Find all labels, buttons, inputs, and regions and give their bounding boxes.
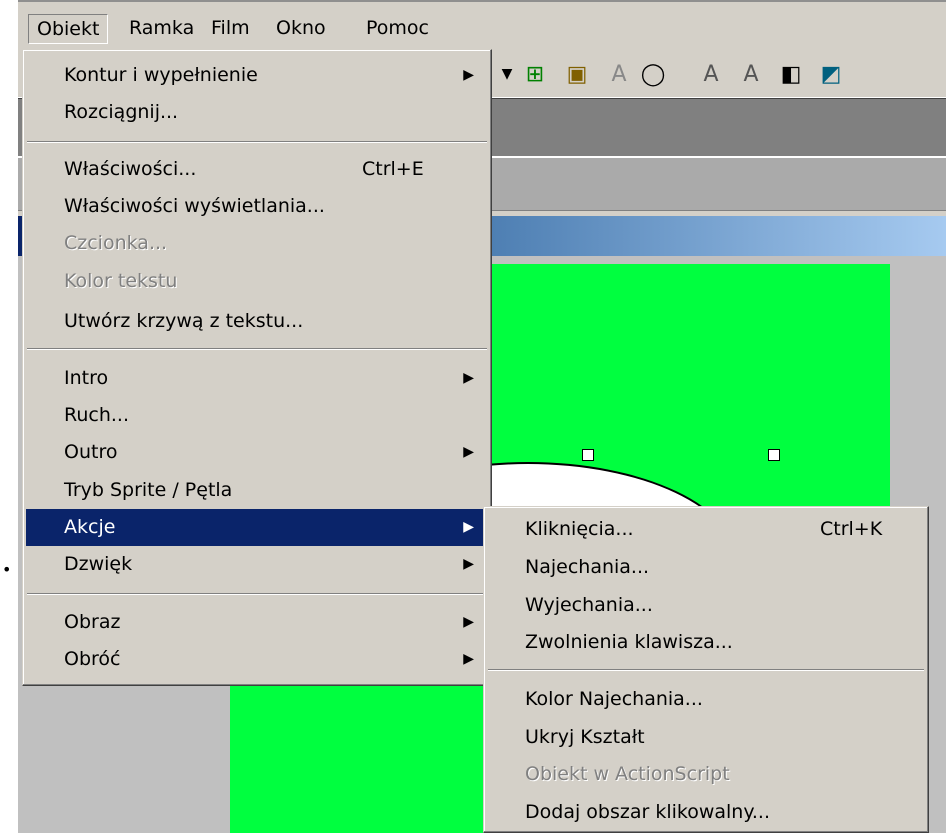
menu-item-tryb-sprite[interactable]: Tryb Sprite / Pętla [26, 472, 488, 509]
akcje-submenu: Kliknięcia... Ctrl+K Najechania... Wyjech… [483, 506, 929, 833]
menu-item-label: Dzwięk [64, 553, 133, 575]
menu-item-akcje[interactable]: Akcje ▶ [26, 509, 488, 546]
menu-item-obroc[interactable]: Obróć ▶ [26, 641, 488, 678]
properties-icon[interactable]: ▣ [564, 61, 590, 87]
menu-item-label: Kliknięcia... [525, 518, 634, 540]
menu-okno[interactable]: Okno [268, 14, 334, 42]
menu-item-label: Intro [64, 367, 109, 389]
menu-item-label: Rozciągnij... [64, 101, 179, 123]
menu-item-label: Zwolnienia klawisza... [525, 631, 733, 653]
menu-item-utworz-krzywa[interactable]: Utwórz krzywą z tekstu... [26, 303, 488, 340]
menu-item-outro[interactable]: Outro ▶ [26, 434, 488, 471]
menu-item-label: Akcje [64, 516, 116, 538]
selection-handle[interactable] [582, 449, 594, 461]
menu-item-kolor-tekstu: Kolor tekstu [26, 263, 488, 300]
menu-separator [27, 141, 487, 143]
menu-item-czcionka: Czcionka... [26, 225, 488, 262]
bullet-mark: • [2, 560, 12, 579]
text-shrink-icon[interactable]: A [738, 61, 764, 87]
menu-item-ukryj-ksztalt[interactable]: Ukryj Kształt [487, 719, 925, 756]
align-grid-icon[interactable]: ⊞ [522, 61, 548, 87]
menu-item-dodaj-obszar[interactable]: Dodaj obszar klikowalny... [487, 794, 925, 831]
menu-bar: Obiekt Ramka Film Okno Pomoc [18, 0, 946, 47]
menu-item-kolor-najechania[interactable]: Kolor Najechania... [487, 681, 925, 718]
menu-ramka[interactable]: Ramka [121, 14, 202, 42]
text-grow-icon[interactable]: A [698, 61, 724, 87]
menu-item-ruch[interactable]: Ruch... [26, 397, 488, 434]
menu-obiekt[interactable]: Obiekt [28, 14, 109, 44]
menu-item-label: Outro [64, 441, 118, 463]
submenu-arrow-icon: ▶ [463, 651, 474, 667]
menu-item-label: Kolor tekstu [64, 270, 178, 292]
menu-item-label: Tryb Sprite / Pętla [64, 479, 233, 501]
submenu-arrow-icon: ▶ [463, 370, 474, 386]
menu-item-wlasciwosci[interactable]: Właściwości... Ctrl+E [26, 151, 488, 188]
menu-item-zwolnienia-klawisza[interactable]: Zwolnienia klawisza... [487, 624, 925, 661]
menu-pomoc[interactable]: Pomoc [358, 14, 437, 42]
menu-item-label: Obiekt w ActionScript [525, 763, 730, 785]
menu-item-label: Najechania... [525, 556, 650, 578]
menu-item-wlasciwosci-wyswietlania[interactable]: Właściwości wyświetlania... [26, 188, 488, 225]
submenu-arrow-icon: ▶ [463, 556, 474, 572]
gradient-icon[interactable]: ◧ [778, 61, 804, 87]
text-icon[interactable]: A [606, 61, 632, 87]
shortcut-label: Ctrl+E [362, 158, 424, 180]
menu-item-label: Kontur i wypełnienie [64, 64, 258, 86]
menu-item-najechania[interactable]: Najechania... [487, 549, 925, 586]
selection-handle[interactable] [768, 449, 780, 461]
submenu-arrow-icon: ▶ [463, 67, 474, 83]
menu-item-label: Utwórz krzywą z tekstu... [64, 310, 304, 332]
menu-item-kontur[interactable]: Kontur i wypełnienie ▶ [26, 57, 488, 94]
menu-item-label: Czcionka... [64, 232, 168, 254]
shortcut-label: Ctrl+K [820, 518, 883, 540]
menu-item-wyjechania[interactable]: Wyjechania... [487, 587, 925, 624]
menu-item-label: Właściwości... [64, 158, 197, 180]
submenu-arrow-icon: ▶ [463, 519, 474, 535]
menu-item-label: Ruch... [64, 404, 129, 426]
menu-item-label: Kolor Najechania... [525, 688, 703, 710]
menu-item-dzwiek[interactable]: Dzwięk ▶ [26, 546, 488, 583]
fill-icon[interactable]: ◩ [818, 61, 844, 87]
submenu-arrow-icon: ▶ [463, 614, 474, 630]
menu-item-label: Właściwości wyświetlania... [64, 195, 325, 217]
dropdown-arrow-icon[interactable]: ▼ [494, 61, 520, 87]
obiekt-menu: Kontur i wypełnienie ▶ Rozciągnij... Właś… [22, 49, 492, 686]
menu-item-label: Obróć [64, 648, 121, 670]
menu-item-rozciagnij[interactable]: Rozciągnij... [26, 94, 488, 131]
menu-item-klikniecia[interactable]: Kliknięcia... Ctrl+K [487, 511, 925, 548]
menu-film[interactable]: Film [203, 14, 258, 42]
menu-separator [488, 669, 924, 671]
menu-item-label: Ukryj Kształt [525, 726, 645, 748]
menu-item-label: Obraz [64, 611, 121, 633]
menu-item-intro[interactable]: Intro ▶ [26, 360, 488, 397]
menu-separator [27, 593, 487, 595]
menu-item-label: Dodaj obszar klikowalny... [525, 801, 770, 823]
speech-bubble-icon[interactable]: ◯ [640, 61, 666, 87]
submenu-arrow-icon: ▶ [463, 444, 474, 460]
menu-item-label: Wyjechania... [525, 594, 653, 616]
menu-separator [27, 348, 487, 350]
menu-item-obraz[interactable]: Obraz ▶ [26, 604, 488, 641]
menu-item-obiekt-actionscript: Obiekt w ActionScript [487, 756, 925, 793]
